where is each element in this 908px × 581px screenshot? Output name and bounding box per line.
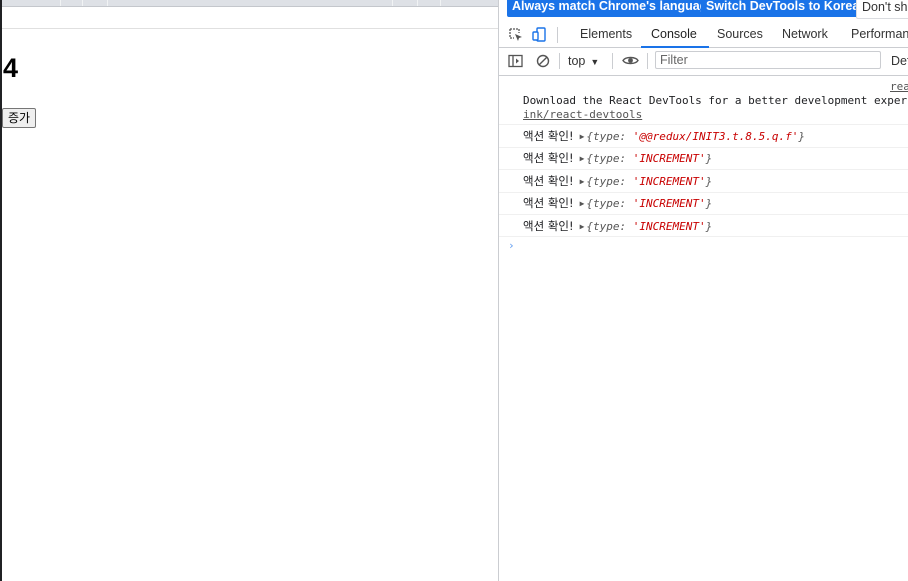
toolbar-divider xyxy=(557,27,558,43)
increment-button[interactable]: 증가 xyxy=(2,108,37,128)
devtools-tabbar: Elements Console Sources Network Perform… xyxy=(499,22,908,48)
expand-triangle-icon[interactable]: ▶ xyxy=(580,128,585,146)
object-key: type xyxy=(593,152,620,165)
console-prompt-icon[interactable]: › xyxy=(508,239,515,252)
window-edge xyxy=(0,0,2,581)
object-value: 'INCREMENT' xyxy=(632,197,706,210)
toolbar-divider xyxy=(612,53,613,69)
page-divider xyxy=(2,28,498,29)
tab-network[interactable]: Network xyxy=(782,22,828,47)
message-divider xyxy=(499,192,908,193)
object-key: type xyxy=(593,130,620,143)
log-object[interactable]: {type: 'INCREMENT'} xyxy=(586,220,712,233)
log-object[interactable]: {type: 'INCREMENT'} xyxy=(586,197,712,210)
object-value: 'INCREMENT' xyxy=(632,152,706,165)
tab-sources[interactable]: Sources xyxy=(717,22,763,47)
log-message: 액션 확인! xyxy=(523,174,574,188)
strip-divider xyxy=(82,0,83,6)
live-expression-eye-icon[interactable] xyxy=(622,53,639,68)
log-message: 액션 확인! xyxy=(523,196,574,210)
object-key: type xyxy=(593,175,620,188)
expand-triangle-icon[interactable]: ▶ xyxy=(580,195,585,213)
console-log-row: 액션 확인! ▶ {type: 'INCREMENT'} xyxy=(523,149,903,167)
expand-triangle-icon[interactable]: ▶ xyxy=(580,218,585,236)
log-object[interactable]: {type: 'INCREMENT'} xyxy=(586,152,712,165)
log-levels-dropdown[interactable]: Def xyxy=(891,52,908,70)
strip-divider xyxy=(60,0,61,6)
language-infobar: Always match Chrome's language Switch De… xyxy=(499,0,908,20)
message-source-link[interactable]: rea xyxy=(890,80,908,93)
message-divider xyxy=(499,124,908,125)
object-key: type xyxy=(593,220,620,233)
object-value: 'INCREMENT' xyxy=(632,175,706,188)
dropdown-arrow-icon: ▼ xyxy=(590,57,600,67)
console-toolbar: top ▼ Def xyxy=(499,48,908,76)
console-log-row: 액션 확인! ▶ {type: 'INCREMENT'} xyxy=(523,217,903,235)
tab-performance[interactable]: Performanc xyxy=(851,22,908,47)
log-object[interactable]: {type: 'INCREMENT'} xyxy=(586,175,712,188)
sidebar-toggle-icon[interactable] xyxy=(508,54,523,69)
tab-console[interactable]: Console xyxy=(641,22,709,48)
log-message: 액션 확인! xyxy=(523,129,574,143)
inspect-element-icon[interactable] xyxy=(508,27,523,42)
log-message: 액션 확인! xyxy=(523,219,574,233)
react-devtools-message: Download the React DevTools for a better… xyxy=(523,94,908,122)
context-selector[interactable]: top ▼ xyxy=(568,52,599,70)
page-top-strip xyxy=(2,0,498,7)
tab-console-label: Console xyxy=(651,27,697,41)
strip-divider xyxy=(107,0,108,6)
toolbar-divider xyxy=(559,53,560,69)
clear-console-icon[interactable] xyxy=(536,54,551,69)
object-value: '@@redux/INIT3.t.8.5.q.f' xyxy=(632,130,799,143)
app-page: 4 증가 xyxy=(0,0,498,581)
object-key: type xyxy=(593,197,620,210)
counter-value: 4 xyxy=(3,53,19,83)
match-language-button[interactable]: Always match Chrome's language xyxy=(507,0,720,17)
console-log-row: 액션 확인! ▶ {type: 'INCREMENT'} xyxy=(523,172,903,190)
console-log-row: 액션 확인! ▶ {type: '@@redux/INIT3.t.8.5.q.f'} xyxy=(523,127,903,145)
context-selector-value: top xyxy=(568,54,586,68)
message-divider xyxy=(499,236,908,237)
expand-triangle-icon[interactable]: ▶ xyxy=(580,150,585,168)
toolbar-divider xyxy=(647,53,648,69)
dont-show-again-button[interactable]: Don't sh xyxy=(856,0,908,19)
strip-divider xyxy=(440,0,441,6)
device-toolbar-icon[interactable] xyxy=(532,27,547,42)
strip-divider xyxy=(417,0,418,6)
strip-divider xyxy=(392,0,393,6)
devtools-panel: Always match Chrome's language Switch De… xyxy=(498,0,908,581)
filter-input[interactable] xyxy=(655,51,881,69)
message-divider xyxy=(499,214,908,215)
tab-elements[interactable]: Elements xyxy=(580,22,632,47)
log-message: 액션 확인! xyxy=(523,151,574,165)
message-divider xyxy=(499,147,908,148)
object-value: 'INCREMENT' xyxy=(632,220,706,233)
expand-triangle-icon[interactable]: ▶ xyxy=(580,173,585,191)
console-log-row: 액션 확인! ▶ {type: 'INCREMENT'} xyxy=(523,194,903,212)
message-divider xyxy=(499,169,908,170)
switch-korean-button[interactable]: Switch DevTools to Korean xyxy=(701,0,872,17)
react-devtools-message-text: Download the React DevTools for a better… xyxy=(523,94,908,107)
log-object[interactable]: {type: '@@redux/INIT3.t.8.5.q.f'} xyxy=(586,130,805,143)
console-output: rea Download the React DevTools for a be… xyxy=(499,76,908,581)
react-devtools-link[interactable]: ink/react-devtools xyxy=(523,108,903,122)
